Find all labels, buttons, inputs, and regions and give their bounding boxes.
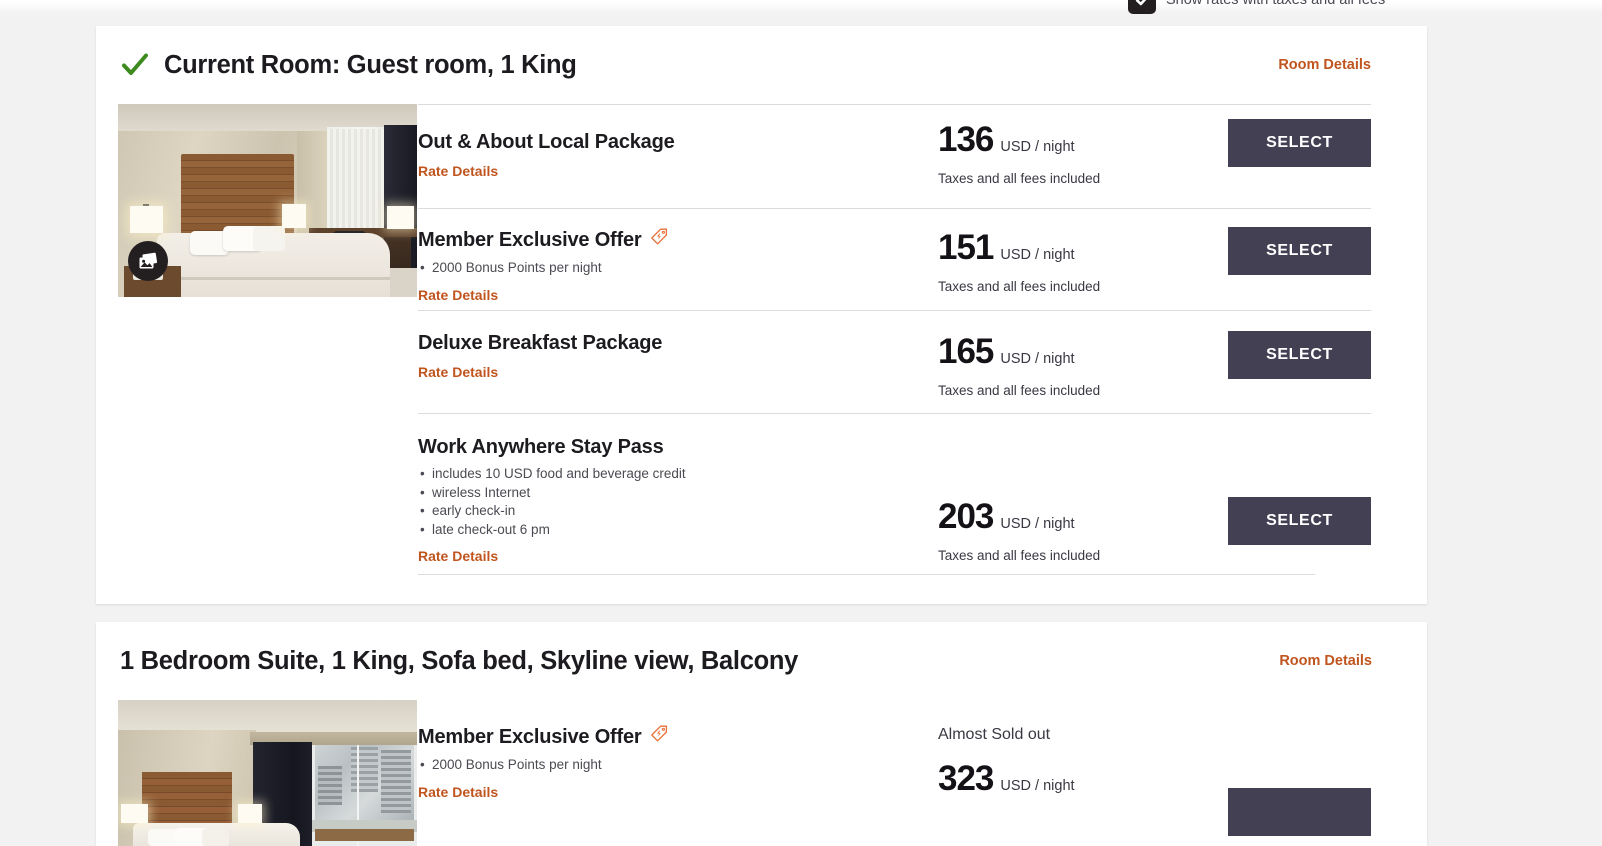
show-taxes-label: Show rates with taxes and all fees xyxy=(1166,0,1386,8)
select-button[interactable]: SELECT xyxy=(1228,119,1371,167)
page-title: 1 Bedroom Suite, 1 King, Sofa bed, Skyli… xyxy=(120,646,799,675)
select-button[interactable] xyxy=(1228,788,1371,836)
room-photo-column xyxy=(96,104,418,575)
price-amount: 165 xyxy=(938,332,994,371)
member-offer-tag-icon xyxy=(649,227,669,253)
perk-item: early check-in xyxy=(418,502,938,521)
select-column: SELECT xyxy=(1208,105,1371,167)
rate-perks: 2000 Bonus Points per night xyxy=(418,259,938,278)
rate-details-link[interactable]: Rate Details xyxy=(418,548,498,564)
price-amount: 151 xyxy=(938,228,994,267)
rate-row: Member Exclusive Offer 2000 Bonus Points… xyxy=(418,208,1371,310)
rate-details-link[interactable]: Rate Details xyxy=(418,364,498,380)
rate-price: 151 USD / night Taxes and all fees inclu… xyxy=(938,209,1208,294)
rate-row: Member Exclusive Offer 2000 Bonus Points… xyxy=(418,700,1371,846)
price-amount: 136 xyxy=(938,120,994,159)
rate-price: 165 USD / night Taxes and all fees inclu… xyxy=(938,311,1208,398)
rate-perks: 2000 Bonus Points per night xyxy=(418,756,938,775)
price-unit: USD / night xyxy=(1000,516,1075,532)
show-taxes-toggle[interactable]: Show rates with taxes and all fees xyxy=(1128,0,1385,14)
rate-info: Out & About Local Package Rate Details xyxy=(418,105,938,181)
rate-name: Member Exclusive Offer xyxy=(418,724,938,750)
gallery-icon[interactable] xyxy=(128,241,168,281)
perk-item: wireless Internet xyxy=(418,484,938,503)
room-card-body: Out & About Local Package Rate Details 1… xyxy=(96,104,1427,575)
rate-details-link[interactable]: Rate Details xyxy=(418,784,498,800)
perk-item: 2000 Bonus Points per night xyxy=(418,259,938,278)
select-column: SELECT xyxy=(1208,414,1371,545)
rate-name: Out & About Local Package xyxy=(418,131,675,153)
rate-name-text: Member Exclusive Offer xyxy=(418,228,642,251)
select-button[interactable]: SELECT xyxy=(1228,497,1371,545)
rate-perks: includes 10 USD food and beverage credit… xyxy=(418,465,938,539)
member-offer-tag-icon xyxy=(649,724,669,750)
price-note: Taxes and all fees included xyxy=(938,383,1101,398)
rate-row: Out & About Local Package Rate Details 1… xyxy=(418,104,1371,208)
room-details-link[interactable]: Room Details xyxy=(1278,57,1371,73)
price-unit: USD / night xyxy=(1000,139,1075,155)
room-photo[interactable] xyxy=(118,700,417,846)
rate-list: Member Exclusive Offer 2000 Bonus Points… xyxy=(418,700,1427,846)
price-note: Taxes and all fees included xyxy=(938,171,1101,186)
perk-item: late check-out 6 pm xyxy=(418,521,938,540)
rate-name: Work Anywhere Stay Pass xyxy=(418,436,664,458)
current-room-check-icon xyxy=(120,50,150,80)
rate-row: Work Anywhere Stay Pass includes 10 USD … xyxy=(418,413,1371,574)
perk-item: includes 10 USD food and beverage credit xyxy=(418,465,938,484)
rate-details-link[interactable]: Rate Details xyxy=(418,287,498,303)
rate-price: Almost Sold out 323 USD / night xyxy=(938,700,1208,796)
price-amount: 323 xyxy=(938,759,994,798)
rate-details-link[interactable]: Rate Details xyxy=(418,163,498,179)
rate-info: Member Exclusive Offer 2000 Bonus Points… xyxy=(418,700,938,802)
rate-price: 203 USD / night Taxes and all fees inclu… xyxy=(938,414,1208,563)
rate-info: Work Anywhere Stay Pass includes 10 USD … xyxy=(418,414,938,566)
rate-info: Deluxe Breakfast Package Rate Details xyxy=(418,311,938,382)
rate-name: Deluxe Breakfast Package xyxy=(418,332,663,354)
divider xyxy=(418,574,1315,575)
rate-row: Deluxe Breakfast Package Rate Details 16… xyxy=(418,310,1371,413)
select-column: SELECT xyxy=(1208,209,1371,275)
price-unit: USD / night xyxy=(1000,247,1075,263)
rate-name-text: Member Exclusive Offer xyxy=(418,725,642,748)
page-title: Current Room: Guest room, 1 King xyxy=(164,50,577,79)
price-unit: USD / night xyxy=(1000,778,1075,794)
room-card-body: Member Exclusive Offer 2000 Bonus Points… xyxy=(96,700,1427,846)
room-card-suite: 1 Bedroom Suite, 1 King, Sofa bed, Skyli… xyxy=(96,622,1427,846)
rate-price: 136 USD / night Taxes and all fees inclu… xyxy=(938,105,1208,186)
room-card-header: Current Room: Guest room, 1 King Room De… xyxy=(96,26,1427,104)
rate-name: Member Exclusive Offer xyxy=(418,227,938,253)
select-column: SELECT xyxy=(1208,311,1371,379)
price-note: Taxes and all fees included xyxy=(938,279,1101,294)
room-card-header: 1 Bedroom Suite, 1 King, Sofa bed, Skyli… xyxy=(96,622,1427,700)
room-details-link[interactable]: Room Details xyxy=(1279,653,1372,669)
select-button[interactable]: SELECT xyxy=(1228,227,1371,275)
select-column xyxy=(1208,700,1371,836)
perk-item: 2000 Bonus Points per night xyxy=(418,756,938,775)
rate-list: Out & About Local Package Rate Details 1… xyxy=(418,104,1427,575)
room-photo-column xyxy=(96,700,418,846)
price-unit: USD / night xyxy=(1000,351,1075,367)
checkbox-checked-icon[interactable] xyxy=(1128,0,1156,14)
room-photo[interactable] xyxy=(118,104,417,297)
price-note: Taxes and all fees included xyxy=(938,548,1101,563)
select-button[interactable]: SELECT xyxy=(1228,331,1371,379)
rate-info: Member Exclusive Offer 2000 Bonus Points… xyxy=(418,209,938,305)
price-amount: 203 xyxy=(938,497,994,536)
availability-status: Almost Sold out xyxy=(938,726,1051,743)
room-card-current: Current Room: Guest room, 1 King Room De… xyxy=(96,26,1427,604)
